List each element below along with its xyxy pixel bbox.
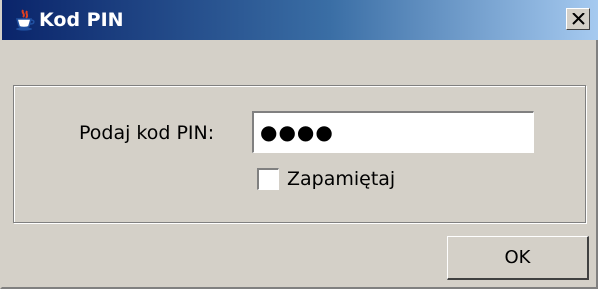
pin-label: Podaj kod PIN:: [79, 122, 215, 144]
java-cup-icon: [14, 9, 36, 31]
ok-button[interactable]: OK: [447, 236, 589, 280]
remember-checkbox[interactable]: [257, 168, 279, 190]
close-icon: [572, 13, 585, 25]
window-title: Kod PIN: [39, 9, 124, 31]
title-bar[interactable]: Kod PIN: [2, 0, 598, 40]
pin-input[interactable]: ●●●●: [252, 111, 534, 153]
input-group-panel: [13, 85, 586, 223]
remember-label[interactable]: Zapamiętaj: [287, 168, 395, 190]
pin-dialog: Kod PIN Podaj kod PIN: ●●●● Zapamiętaj O…: [0, 0, 598, 289]
close-button[interactable]: [566, 8, 590, 30]
